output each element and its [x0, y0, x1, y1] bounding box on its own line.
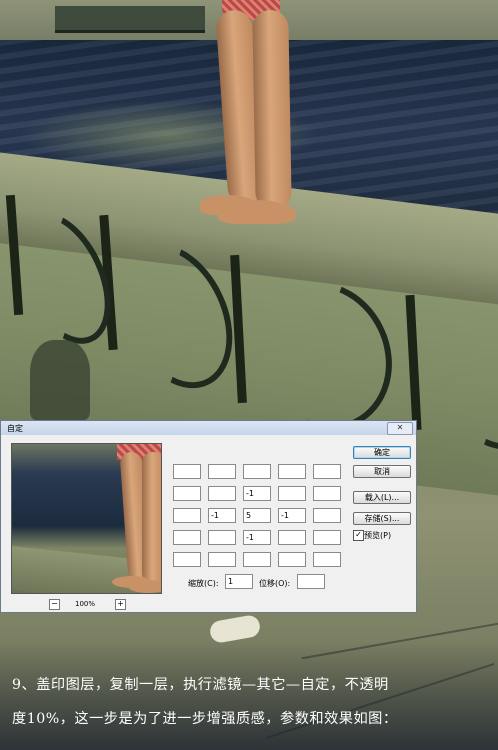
matrix-cell[interactable] — [313, 464, 341, 479]
matrix-cell[interactable]: -1 — [208, 508, 236, 523]
offset-input[interactable] — [297, 574, 325, 589]
matrix-cell[interactable] — [173, 508, 201, 523]
preview-window[interactable] — [11, 443, 162, 594]
right-foot — [218, 200, 296, 224]
matrix-cell[interactable] — [173, 530, 201, 545]
matrix-cell[interactable] — [278, 464, 306, 479]
matrix-cell[interactable]: -1 — [278, 508, 306, 523]
matrix-cell[interactable] — [173, 486, 201, 501]
person-shadow — [30, 340, 90, 420]
matrix-cell[interactable] — [313, 486, 341, 501]
zoom-out-button[interactable]: − — [49, 599, 60, 610]
matrix-cell[interactable] — [208, 486, 236, 501]
matrix-cell[interactable] — [243, 552, 271, 567]
matrix-cell[interactable] — [278, 552, 306, 567]
matrix-cell[interactable] — [278, 530, 306, 545]
caption-line-2: 度10%，这一步是为了进一步增强质感，参数和效果如图： — [12, 711, 398, 727]
matrix-cell[interactable] — [313, 508, 341, 523]
scale-input[interactable]: 1 — [225, 574, 253, 589]
zoom-in-button[interactable]: + — [115, 599, 126, 610]
matrix-cell[interactable] — [313, 530, 341, 545]
load-button[interactable]: 载入(L)... — [353, 491, 411, 504]
matrix-cell[interactable] — [208, 464, 236, 479]
matrix-cell[interactable] — [173, 464, 201, 479]
matrix-cell[interactable] — [173, 552, 201, 567]
cancel-button[interactable]: 取消 — [353, 465, 411, 478]
matrix-cell[interactable] — [313, 552, 341, 567]
save-button[interactable]: 存储(S)... — [353, 512, 411, 525]
close-icon: ✕ — [396, 423, 404, 432]
matrix-cell[interactable] — [278, 486, 306, 501]
dialog-title: 自定 — [7, 424, 23, 433]
right-leg — [252, 9, 292, 211]
preview-label: 预览(P) — [364, 531, 392, 540]
background-photo — [0, 0, 498, 750]
custom-filter-dialog: 自定 ✕ − 100% + -1 -1 5 -1 -1 缩放(C): 1 位移(… — [0, 420, 417, 613]
close-button[interactable]: ✕ — [387, 422, 413, 435]
fountain-base — [55, 6, 205, 33]
matrix-cell[interactable] — [243, 464, 271, 479]
preview-checkbox[interactable]: ✓ — [353, 530, 364, 541]
matrix-cell[interactable] — [208, 530, 236, 545]
matrix-cell[interactable] — [208, 552, 236, 567]
caption-line-1: 9、盖印图层，复制一层，执行滤镜—其它—自定，不透明 — [12, 677, 389, 693]
scale-label: 缩放(C): — [188, 579, 219, 588]
preview-leg — [142, 452, 161, 584]
preview-foot — [128, 580, 161, 593]
matrix-cell[interactable]: -1 — [243, 530, 271, 545]
dialog-titlebar[interactable]: 自定 ✕ — [1, 421, 416, 435]
offset-label: 位移(O): — [259, 579, 291, 588]
matrix-cell[interactable]: 5 — [243, 508, 271, 523]
matrix-cell[interactable]: -1 — [243, 486, 271, 501]
tutorial-caption: 9、盖印图层，复制一层，执行滤镜—其它—自定，不透明 度10%，这一步是为了进一… — [12, 668, 492, 736]
zoom-level: 100% — [75, 600, 96, 608]
ok-button[interactable]: 确定 — [353, 446, 411, 459]
